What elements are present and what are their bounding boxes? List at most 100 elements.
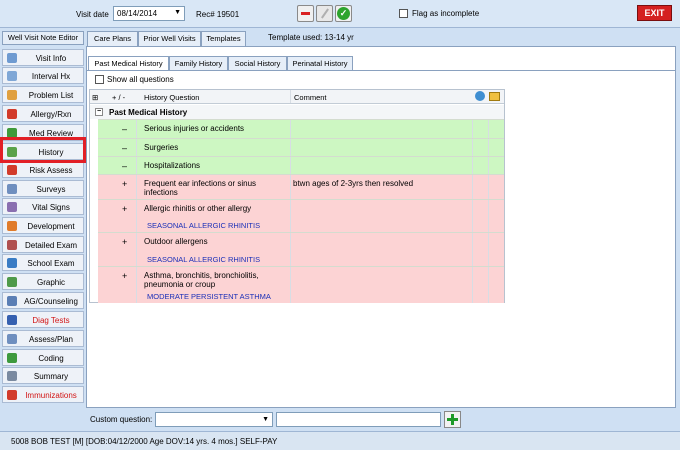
column-divider (472, 233, 473, 266)
flag-incomplete-checkbox[interactable] (399, 9, 408, 18)
table-row[interactable]: + Outdoor allergens SEASONAL ALLERGIC RHIN… (98, 232, 504, 266)
sidebar-item-summary[interactable]: Summary (2, 367, 84, 384)
sidebar-item-label: Graphic (36, 278, 65, 287)
detailed-exam-icon (7, 240, 17, 250)
status-bar: 5008 BOB TEST [M] [DOB:04/12/2000 Age DO… (0, 431, 680, 450)
column-divider (488, 200, 489, 232)
column-divider (472, 200, 473, 232)
sidebar-item-risk-assess[interactable]: Risk Assess (2, 161, 84, 178)
tab-templates[interactable]: Templates (201, 31, 246, 46)
tab-past-medical-history[interactable]: Past Medical History (88, 56, 169, 71)
sidebar-item-label: Interval Hx (31, 72, 71, 81)
column-divider (472, 267, 473, 303)
collapse-icon[interactable]: − (95, 108, 103, 116)
well-visit-note-editor-button[interactable]: Well Visit Note Editor (2, 31, 84, 45)
column-divider (472, 157, 473, 174)
row-question: Frequent ear infections or sinus infecti… (144, 179, 257, 197)
column-divider (290, 120, 291, 138)
tab-family-history[interactable]: Family History (169, 56, 228, 71)
tab-care-plans[interactable]: Care Plans (87, 31, 138, 46)
column-comment: Comment (294, 93, 327, 102)
note-icon[interactable] (489, 92, 500, 101)
sidebar-item-vital-signs[interactable]: Vital Signs (2, 198, 84, 215)
table-row[interactable]: – Hospitalizations (98, 156, 504, 174)
row-sign[interactable]: – (122, 124, 127, 134)
sidebar-item-allergy-rxn[interactable]: Allergy/Rxn (2, 105, 84, 122)
visit-date-value: 08/14/2014 (117, 9, 158, 18)
table-row[interactable]: + Asthma, bronchitis, bronchiolitis, pneu… (98, 266, 504, 303)
row-comment[interactable]: btwn ages of 2-3yrs then resolved (293, 179, 413, 188)
sidebar-item-development[interactable]: Development (2, 217, 84, 234)
column-divider (488, 157, 489, 174)
custom-question-dropdown[interactable]: ▼ (155, 412, 273, 427)
tab-social-history[interactable]: Social History (228, 56, 287, 71)
column-divider (472, 139, 473, 156)
row-note: SEASONAL ALLERGIC RHINITIS (147, 255, 261, 264)
row-sign[interactable]: + (122, 237, 127, 247)
row-question: Outdoor allergens (144, 237, 208, 246)
show-all-questions-label: Show all questions (107, 75, 174, 84)
allergy-icon (7, 109, 17, 119)
chevron-down-icon: ▼ (262, 416, 269, 423)
table-row[interactable]: + Allergic rhinitis or other allergy SEASO… (98, 199, 504, 232)
sidebar-item-school-exam[interactable]: School Exam (2, 254, 84, 271)
exit-button[interactable]: EXIT (637, 5, 672, 21)
sidebar-item-detailed-exam[interactable]: Detailed Exam (2, 236, 84, 253)
custom-question-input[interactable] (276, 412, 441, 427)
save-button[interactable]: ✓ (335, 5, 352, 22)
sidebar-item-coding[interactable]: Coding (2, 349, 84, 366)
globe-icon[interactable] (475, 91, 485, 101)
surveys-icon (7, 184, 17, 194)
sidebar-item-label: Vital Signs (32, 203, 70, 212)
column-divider (136, 200, 137, 232)
sidebar-item-problem-list[interactable]: Problem List (2, 86, 84, 103)
row-question: Asthma, bronchitis, bronchiolitis, pneum… (144, 271, 259, 289)
expand-all-icon[interactable]: ⊞ (92, 93, 98, 102)
tab-prior-well-visits[interactable]: Prior Well Visits (138, 31, 201, 46)
sidebar-item-label: Allergy/Rxn (30, 110, 72, 119)
sidebar-item-label: Immunizations (25, 391, 77, 400)
row-sign[interactable]: + (122, 179, 127, 189)
patient-info: 5008 BOB TEST [M] [DOB:04/12/2000 Age DO… (11, 437, 278, 446)
column-divider (136, 175, 137, 199)
sidebar-item-visit-info[interactable]: Visit Info (2, 49, 84, 66)
section-title: Past Medical History (109, 108, 188, 117)
sidebar-item-diag-tests[interactable]: Diag Tests (2, 311, 84, 328)
show-all-questions-checkbox[interactable] (95, 75, 104, 84)
add-question-button[interactable] (444, 411, 461, 428)
edit-button[interactable] (316, 5, 333, 22)
delete-button[interactable] (297, 5, 314, 22)
column-divider (290, 233, 291, 266)
row-sign[interactable]: + (122, 204, 127, 214)
sidebar-item-surveys[interactable]: Surveys (2, 180, 84, 197)
sidebar-item-immunizations[interactable]: Immunizations (2, 386, 84, 403)
sidebar-item-label: Summary (33, 372, 69, 381)
table-row[interactable]: – Surgeries (98, 138, 504, 156)
visit-date-label: Visit date (76, 10, 109, 19)
row-sign[interactable]: – (122, 143, 127, 153)
coding-icon (7, 353, 17, 363)
row-note: MODERATE PERSISTENT ASTHMA (147, 292, 271, 301)
sidebar-item-label: Visit Info (35, 54, 67, 63)
row-question: Surgeries (144, 143, 179, 152)
table-row[interactable]: + Frequent ear infections or sinus infect… (98, 174, 504, 199)
sidebar-item-graphic[interactable]: Graphic (2, 273, 84, 290)
column-divider (136, 120, 137, 138)
row-sign[interactable]: + (122, 271, 127, 281)
row-sign[interactable]: – (122, 161, 127, 171)
tab-perinatal-history[interactable]: Perinatal History (287, 56, 353, 71)
history-grid: ⊞ + / - History Question Comment − Past … (89, 89, 505, 303)
row-question: Allergic rhinitis or other allergy (144, 204, 252, 213)
tab-divider (87, 70, 675, 71)
visit-date-dropdown[interactable]: 08/14/2014 ▼ (113, 6, 185, 21)
sidebar-item-interval-hx[interactable]: Interval Hx (2, 67, 84, 84)
visit-info-icon (7, 53, 17, 63)
column-divider (136, 267, 137, 303)
sidebar-item-assess-plan[interactable]: Assess/Plan (2, 330, 84, 347)
sidebar-item-label: Coding (38, 354, 64, 363)
section-past-medical-history[interactable]: − Past Medical History (90, 105, 504, 119)
column-divider (488, 233, 489, 266)
sidebar-item-ag-counseling[interactable]: AG/Counseling (2, 292, 84, 309)
table-row[interactable]: – Serious injuries or accidents (98, 119, 504, 138)
column-history-question: History Question (144, 93, 200, 102)
